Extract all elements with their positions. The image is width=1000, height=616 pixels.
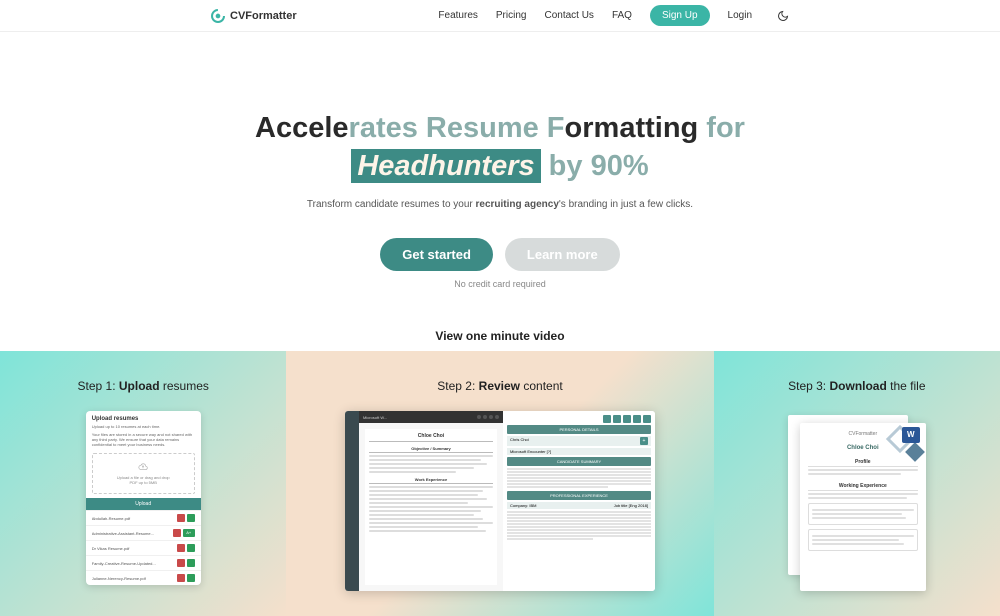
nav-pricing[interactable]: Pricing [496,10,527,21]
step-2-title: Step 2: Review content [306,379,693,393]
step-3-title: Step 3: Download the file [734,379,980,393]
logo-icon [210,8,226,24]
page-front: W CVFormatter Chloe Choi Profile Working… [800,423,926,591]
upload-preview: Upload resumes Upload up to 10 resumes a… [86,411,201,585]
upload-desc: Upload up to 10 resumes at each time. [92,424,195,429]
file-row: Administrative-Assistant-Resume...A+ [86,525,201,540]
steps-row: Step 1: Upload resumes Upload resumes Up… [0,351,1000,616]
upload-dropzone: Upload a file or drag and drop PDF up to… [92,453,195,494]
word-icon: W [902,427,920,443]
editor-right-pane: PERSONAL DETAILS Chris Choi+ Microsoft E… [503,411,655,591]
hero: Accelerates Resume Formatting for Headhu… [0,32,1000,343]
upload-cloud-icon [138,462,148,472]
learn-more-button[interactable]: Learn more [505,238,620,271]
file-row: Dr Vikas Resume.pdf [86,540,201,555]
no-card-text: No credit card required [0,279,1000,289]
nav-contact[interactable]: Contact Us [544,10,593,21]
hero-subtitle: Transform candidate resumes to your recr… [0,199,1000,210]
step-1-title: Step 1: Upload resumes [20,379,266,393]
cta-row: Get started Learn more [0,238,1000,271]
action-icon [603,415,611,423]
nav-features[interactable]: Features [438,10,477,21]
theme-toggle-icon[interactable] [776,9,790,23]
editor-sidebar [345,411,359,591]
upload-button: Upload [86,498,201,510]
step-2: Step 2: Review content ✕ Microsoft W... … [286,351,713,616]
logo-text: CVFormatter [230,10,297,22]
video-title: View one minute video [0,329,1000,343]
upload-title: Upload resumes [92,416,195,422]
action-icon [623,415,631,423]
file-row: Julianne-Nerency-Resume.pdf [86,570,201,585]
action-icon [643,415,651,423]
get-started-button[interactable]: Get started [380,238,493,271]
nav: Features Pricing Contact Us FAQ Sign Up … [438,5,790,26]
download-preview: W CVFormatter Chloe Choi Profile Working… [782,411,932,591]
header: CVFormatter Features Pricing Contact Us … [0,0,1000,32]
nav-faq[interactable]: FAQ [612,10,632,21]
action-icon [613,415,621,423]
upload-desc2: Your files are stored in a secure way an… [92,432,195,448]
step-1: Step 1: Upload resumes Upload resumes Up… [0,351,286,616]
login-button[interactable]: Login [728,10,752,21]
signup-button[interactable]: Sign Up [650,5,710,26]
editor-left-pane: Microsoft W... Chloe Choi Objective / Su… [359,411,503,591]
logo[interactable]: CVFormatter [210,8,297,24]
file-row: Abdullah-Resume.pdf [86,510,201,525]
action-icon [633,415,641,423]
hero-title: Accelerates Resume Formatting for Headhu… [0,110,1000,185]
editor-preview: ✕ Microsoft W... Chloe Choi Objective / … [345,411,655,591]
step-3: Step 3: Download the file W CVFormatter … [714,351,1000,616]
